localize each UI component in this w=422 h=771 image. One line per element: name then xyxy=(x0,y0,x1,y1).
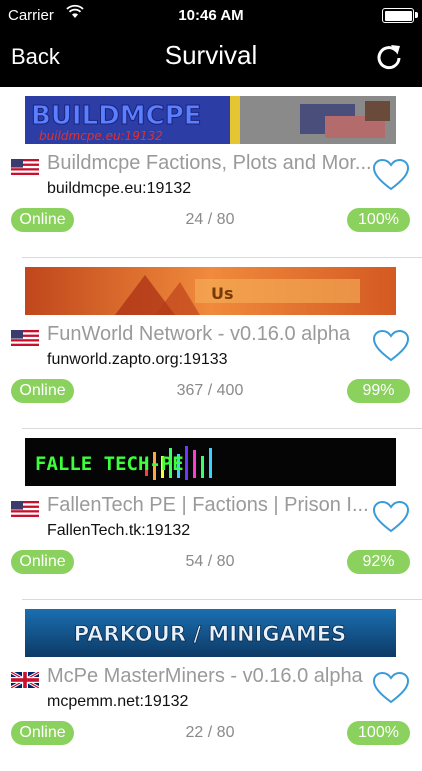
server-row[interactable]: FALLE TECH-PE FallenTech PE | Factions |… xyxy=(0,429,422,600)
player-count: 22 / 80 xyxy=(185,724,235,741)
server-name: FallenTech PE | Factions | Prison I... xyxy=(47,494,369,516)
heart-icon[interactable] xyxy=(371,328,411,364)
banner-title: FALLE TECH-PE xyxy=(35,453,184,475)
banner-title: PARKOUR / MINIGAMES xyxy=(74,622,347,646)
page-title: Survival xyxy=(164,40,258,70)
status-badge: Online xyxy=(11,208,74,232)
uptime-badge: 99% xyxy=(347,379,410,403)
server-host: mcpemm.net:19132 xyxy=(47,693,189,710)
navigation-bar: Back Survival xyxy=(0,30,422,87)
server-name: McPe MasterMiners - v0.16.0 alpha xyxy=(47,665,363,687)
server-row[interactable]: BUILDMCPE buildmcpe.eu:19132 Buildmcpe F… xyxy=(0,87,422,258)
player-count: 24 / 80 xyxy=(185,211,235,228)
server-host: FallenTech.tk:19132 xyxy=(47,522,191,539)
uptime-badge: 100% xyxy=(347,208,410,232)
server-name: FunWorld Network - v0.16.0 alpha xyxy=(47,323,351,345)
server-banner: PARKOUR / MINIGAMES xyxy=(25,609,396,657)
banner-title: BUILDMCPE xyxy=(31,101,202,131)
heart-icon[interactable] xyxy=(371,499,411,535)
status-badge: Online xyxy=(11,721,74,745)
refresh-icon[interactable] xyxy=(374,42,404,72)
us-flag-icon xyxy=(11,501,39,517)
server-banner: BUILDMCPE buildmcpe.eu:19132 xyxy=(25,96,396,144)
heart-icon[interactable] xyxy=(371,670,411,706)
banner-title: Us xyxy=(211,284,234,303)
server-host: buildmcpe.eu:19132 xyxy=(47,180,192,197)
server-name: Buildmcpe Factions, Plots and Mor... xyxy=(47,152,372,174)
uptime-badge: 92% xyxy=(347,550,410,574)
status-badge: Online xyxy=(11,379,74,403)
clock: 10:46 AM xyxy=(178,7,244,24)
server-banner: FALLE TECH-PE xyxy=(25,438,396,486)
heart-icon[interactable] xyxy=(371,157,411,193)
player-count: 367 / 400 xyxy=(176,382,244,399)
uptime-badge: 100% xyxy=(347,721,410,745)
server-row[interactable]: Us FunWorld Network - v0.16.0 alpha funw… xyxy=(0,258,422,429)
us-flag-icon xyxy=(11,159,39,175)
server-banner: Us xyxy=(25,267,396,315)
us-flag-icon xyxy=(11,330,39,346)
status-badge: Online xyxy=(11,550,74,574)
battery-icon xyxy=(382,8,418,23)
server-row[interactable]: PARKOUR / MINIGAMES McPe MasterMiners - … xyxy=(0,600,422,771)
banner-subtitle: buildmcpe.eu:19132 xyxy=(39,129,163,143)
uk-flag-icon xyxy=(11,672,39,688)
server-host: funworld.zapto.org:19133 xyxy=(47,351,228,368)
status-bar: Carrier 10:46 AM xyxy=(0,0,422,30)
player-count: 54 / 80 xyxy=(185,553,235,570)
